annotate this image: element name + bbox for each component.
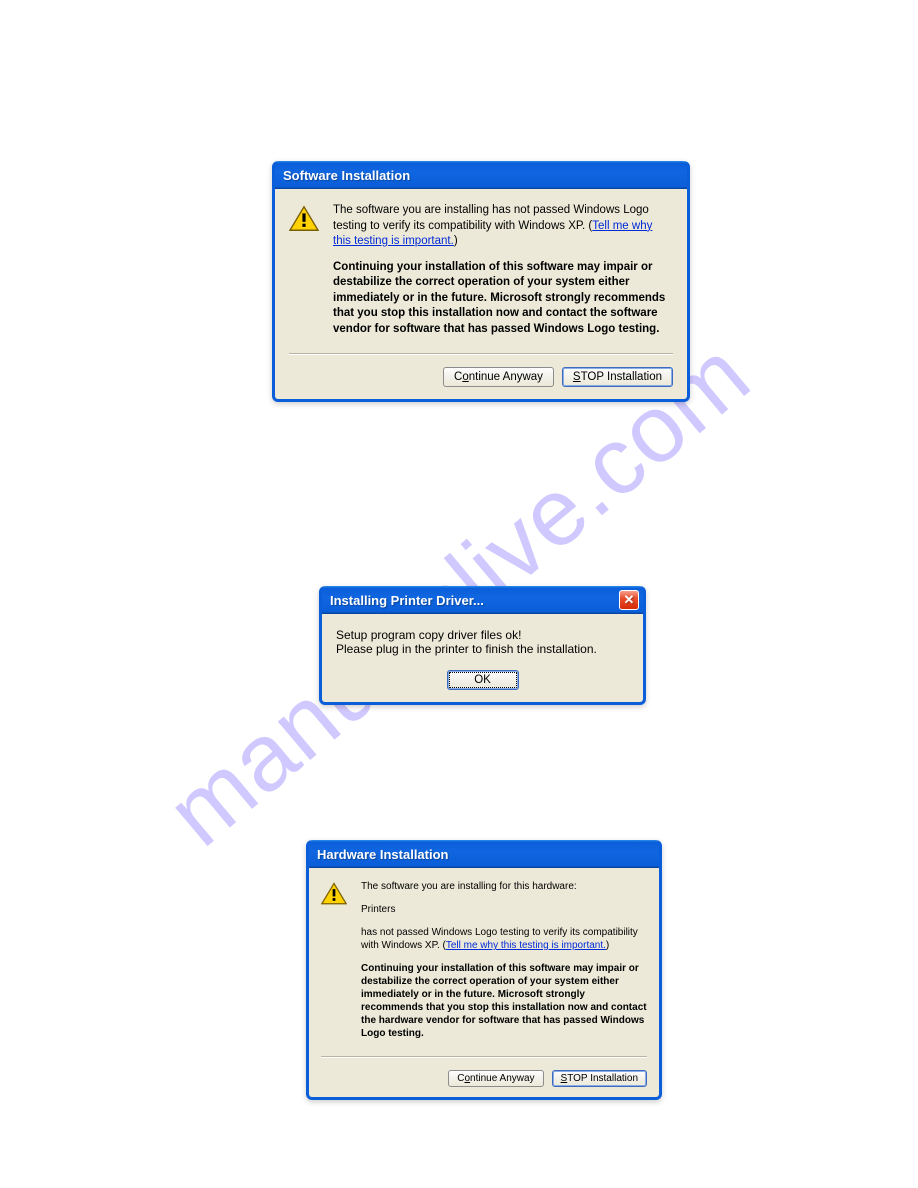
warning-text-1: The software you are installing has not … — [333, 203, 673, 250]
message-area: The software you are installing has not … — [333, 203, 673, 347]
button-row: Continue Anyway STOP Installation — [289, 367, 673, 387]
close-icon: ✕ — [624, 592, 635, 607]
warning-text-2: Continuing your installation of this sof… — [333, 260, 673, 338]
status-line-2: Please plug in the printer to finish the… — [336, 642, 629, 656]
hw-line-1: The software you are installing for this… — [361, 880, 647, 893]
status-line-1: Setup program copy driver files ok! — [336, 628, 629, 642]
warning-icon — [321, 882, 347, 906]
button-row: Continue Anyway STOP Installation — [321, 1070, 647, 1087]
hw-line-4: Continuing your installation of this sof… — [361, 962, 647, 1040]
dialog-title: Hardware Installation — [317, 847, 448, 862]
continue-anyway-button[interactable]: Continue Anyway — [443, 367, 554, 387]
msg1-post: ) — [454, 235, 458, 247]
hw-line-3: has not passed Windows Logo testing to v… — [361, 926, 647, 952]
button-row: OK — [336, 670, 629, 690]
close-button[interactable]: ✕ — [619, 590, 639, 610]
hw3-post: ) — [606, 940, 609, 951]
titlebar[interactable]: Software Installation — [275, 161, 687, 189]
dialog-title: Installing Printer Driver... — [330, 593, 484, 608]
dialog-body: Setup program copy driver files ok! Plea… — [322, 614, 643, 702]
software-installation-dialog: Software Installation The software you a… — [272, 161, 690, 402]
continue-anyway-button[interactable]: Continue Anyway — [448, 1070, 543, 1087]
installing-printer-driver-dialog: Installing Printer Driver... ✕ Setup pro… — [319, 586, 646, 705]
titlebar[interactable]: Hardware Installation — [309, 840, 659, 868]
titlebar[interactable]: Installing Printer Driver... ✕ — [322, 586, 643, 614]
stop-installation-button[interactable]: STOP Installation — [552, 1070, 647, 1087]
hardware-installation-dialog: Hardware Installation The software you a… — [306, 840, 662, 1100]
divider — [289, 353, 673, 355]
ok-button[interactable]: OK — [447, 670, 519, 690]
dialog-body: The software you are installing has not … — [275, 189, 687, 399]
hw-line-2: Printers — [361, 903, 647, 916]
dialog-title: Software Installation — [283, 168, 410, 183]
message-area: The software you are installing for this… — [361, 880, 647, 1050]
tell-me-why-link[interactable]: Tell me why this testing is important. — [446, 940, 606, 951]
warning-icon — [289, 205, 319, 233]
divider — [321, 1056, 647, 1058]
stop-installation-button[interactable]: STOP Installation — [562, 367, 673, 387]
dialog-body: The software you are installing for this… — [309, 868, 659, 1097]
